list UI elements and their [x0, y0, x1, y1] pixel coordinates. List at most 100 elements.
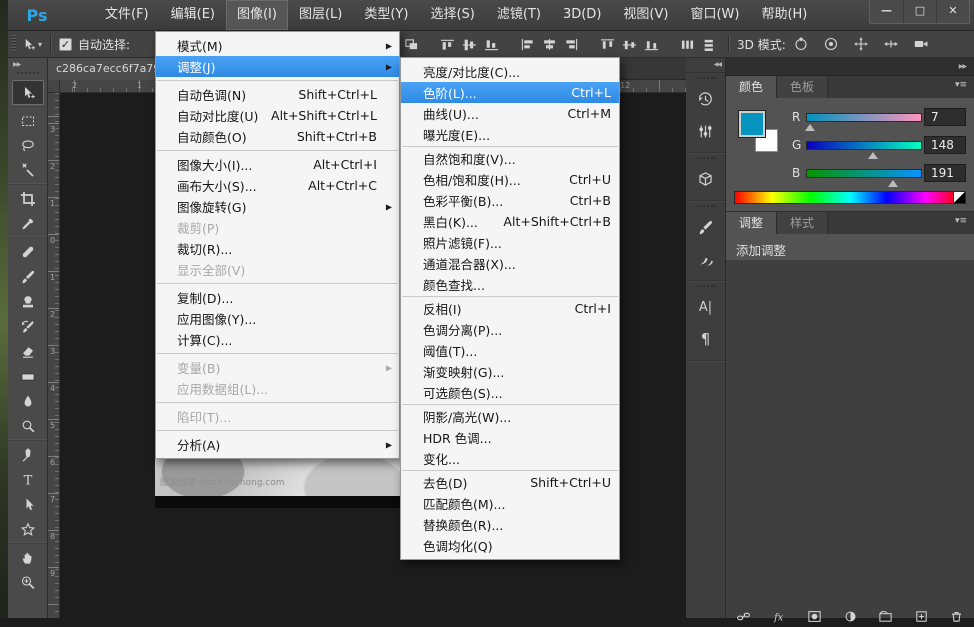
3d-camera-icon[interactable]	[911, 36, 931, 52]
channel-value-field[interactable]: 7	[924, 108, 966, 126]
distribute-top-icon[interactable]	[599, 37, 615, 51]
align-center-h-icon[interactable]	[541, 37, 557, 51]
crop-tool[interactable]	[12, 186, 44, 211]
mask-icon[interactable]	[807, 609, 822, 624]
maximize-button[interactable]: □	[903, 0, 936, 23]
toolbar-collapse-icon[interactable]: ▶▶	[8, 58, 47, 71]
menu-item[interactable]: 显示全部(V)	[156, 259, 399, 280]
tool-preset-caret-icon[interactable]: ▾	[38, 40, 42, 49]
menu-item[interactable]: 裁切(R)...	[156, 238, 399, 259]
menu-item[interactable]: 画布大小(S)...Alt+Ctrl+C	[156, 175, 399, 196]
3d-roll-icon[interactable]	[821, 36, 841, 52]
spectrum-bw-end[interactable]	[953, 192, 965, 203]
channel-value-field[interactable]: 191	[924, 164, 966, 182]
distribute-v-icon[interactable]	[701, 37, 717, 51]
close-button[interactable]: ✕	[936, 0, 969, 23]
effects-icon[interactable]: fx	[772, 609, 787, 624]
group-icon[interactable]	[878, 609, 893, 624]
hand-tool[interactable]	[12, 545, 44, 570]
history-brush-tool[interactable]	[12, 314, 44, 339]
distribute-h-icon[interactable]	[679, 37, 695, 51]
menu-item[interactable]: 调整(J)▶	[156, 56, 399, 77]
menubar-item[interactable]: 视图(V)	[612, 0, 679, 30]
menu-item[interactable]: 图像旋转(G)▶	[156, 196, 399, 217]
spot-healing-tool[interactable]	[12, 239, 44, 264]
menu-item[interactable]: 陷印(T)...	[156, 406, 399, 427]
menu-item[interactable]: 自动色调(N)Shift+Ctrl+L	[156, 84, 399, 105]
menu-item[interactable]: 分析(A)▶	[156, 434, 399, 455]
menu-item[interactable]: 自然饱和度(V)...	[401, 148, 619, 169]
menu-item[interactable]: 替换颜色(R)...	[401, 514, 619, 535]
distribute-middle-icon[interactable]	[621, 37, 637, 51]
custom-shape-tool[interactable]	[12, 517, 44, 542]
menubar-item[interactable]: 编辑(E)	[160, 0, 226, 30]
lasso-tool[interactable]	[12, 133, 44, 158]
brush-presets-panel-icon[interactable]	[690, 244, 722, 274]
menu-item[interactable]: 颜色查找...	[401, 274, 619, 295]
menubar-item[interactable]: 3D(D)	[552, 0, 612, 30]
color-spectrum-ramp[interactable]	[734, 191, 966, 204]
panel-menu-icon[interactable]: ▾≡	[955, 212, 974, 234]
menu-item[interactable]: 色调分离(P)...	[401, 319, 619, 340]
auto-select-checkbox[interactable]: ✓	[59, 38, 72, 51]
new-layer-icon[interactable]	[914, 609, 929, 624]
align-left-icon[interactable]	[519, 37, 535, 51]
gradient-tool[interactable]	[12, 364, 44, 389]
history-panel-icon[interactable]	[690, 84, 722, 114]
3d-orbit-icon[interactable]	[791, 36, 811, 52]
brush-tool[interactable]	[12, 264, 44, 289]
menu-item[interactable]: 自动颜色(O)Shift+Ctrl+B	[156, 126, 399, 147]
move-tool[interactable]	[12, 80, 44, 105]
tab-inactive[interactable]: 色板	[777, 76, 828, 98]
menubar-item[interactable]: 类型(Y)	[353, 0, 419, 30]
magic-wand-tool[interactable]	[12, 158, 44, 183]
3d-slide-icon[interactable]	[881, 36, 901, 52]
align-top-icon[interactable]	[439, 37, 455, 51]
tab-inactive[interactable]: 样式	[777, 212, 828, 234]
slider-thumb-icon[interactable]	[805, 124, 815, 131]
align-middle-icon[interactable]	[461, 37, 477, 51]
move-tool-icon[interactable]	[21, 37, 36, 52]
menu-item[interactable]: 阈值(T)...	[401, 340, 619, 361]
dock-grip[interactable]	[696, 285, 716, 289]
3d-panel-icon[interactable]	[690, 164, 722, 194]
clone-stamp-tool[interactable]	[12, 289, 44, 314]
menu-item[interactable]: 曝光度(E)...	[401, 124, 619, 145]
menu-item[interactable]: 黑白(K)...Alt+Shift+Ctrl+B	[401, 211, 619, 232]
type-tool[interactable]: T	[12, 467, 44, 492]
menu-item[interactable]: 计算(C)...	[156, 329, 399, 350]
dock-grip[interactable]	[696, 157, 716, 161]
menu-item[interactable]: 变量(B)▶	[156, 357, 399, 378]
menu-item[interactable]: 变化...	[401, 448, 619, 469]
menu-item[interactable]: 阴影/高光(W)...	[401, 406, 619, 427]
menu-item[interactable]: 通道混合器(X)...	[401, 253, 619, 274]
menu-item[interactable]: 应用数据组(L)...	[156, 378, 399, 399]
menubar-item[interactable]: 帮助(H)	[750, 0, 818, 30]
dock-expand-icon[interactable]: ▶▶	[959, 63, 966, 70]
dock-grip[interactable]	[696, 77, 716, 81]
menu-item[interactable]: 自动对比度(U)Alt+Shift+Ctrl+L	[156, 105, 399, 126]
toolbar-grip[interactable]	[17, 72, 39, 76]
tab-active[interactable]: 颜色	[726, 76, 777, 98]
foreground-color-swatch[interactable]	[739, 111, 765, 137]
paragraph-panel-icon[interactable]: ¶	[690, 324, 722, 354]
pen-tool[interactable]	[12, 442, 44, 467]
auto-align-icon[interactable]	[403, 37, 419, 51]
menubar-item[interactable]: 图层(L)	[288, 0, 353, 30]
menu-item[interactable]: 渐变映射(G)...	[401, 361, 619, 382]
menu-item[interactable]: 亮度/对比度(C)...	[401, 61, 619, 82]
link-icon[interactable]	[736, 609, 751, 624]
menu-item[interactable]: 匹配颜色(M)...	[401, 493, 619, 514]
zoom-tool[interactable]	[12, 570, 44, 595]
dock-collapse-icon[interactable]: ◀◀	[686, 58, 725, 73]
new-adjustment-icon[interactable]	[843, 609, 858, 624]
menu-item[interactable]: 可选颜色(S)...	[401, 382, 619, 403]
menubar-item[interactable]: 图像(I)	[226, 0, 288, 30]
menu-item[interactable]: 色调均化(Q)	[401, 535, 619, 556]
menu-item[interactable]: 裁剪(P)	[156, 217, 399, 238]
menubar-item[interactable]: 窗口(W)	[679, 0, 750, 30]
distribute-bottom-icon[interactable]	[643, 37, 659, 51]
menubar-item[interactable]: 选择(S)	[419, 0, 485, 30]
menu-item[interactable]: 色彩平衡(B)...Ctrl+B	[401, 190, 619, 211]
dock-grip[interactable]	[696, 205, 716, 209]
